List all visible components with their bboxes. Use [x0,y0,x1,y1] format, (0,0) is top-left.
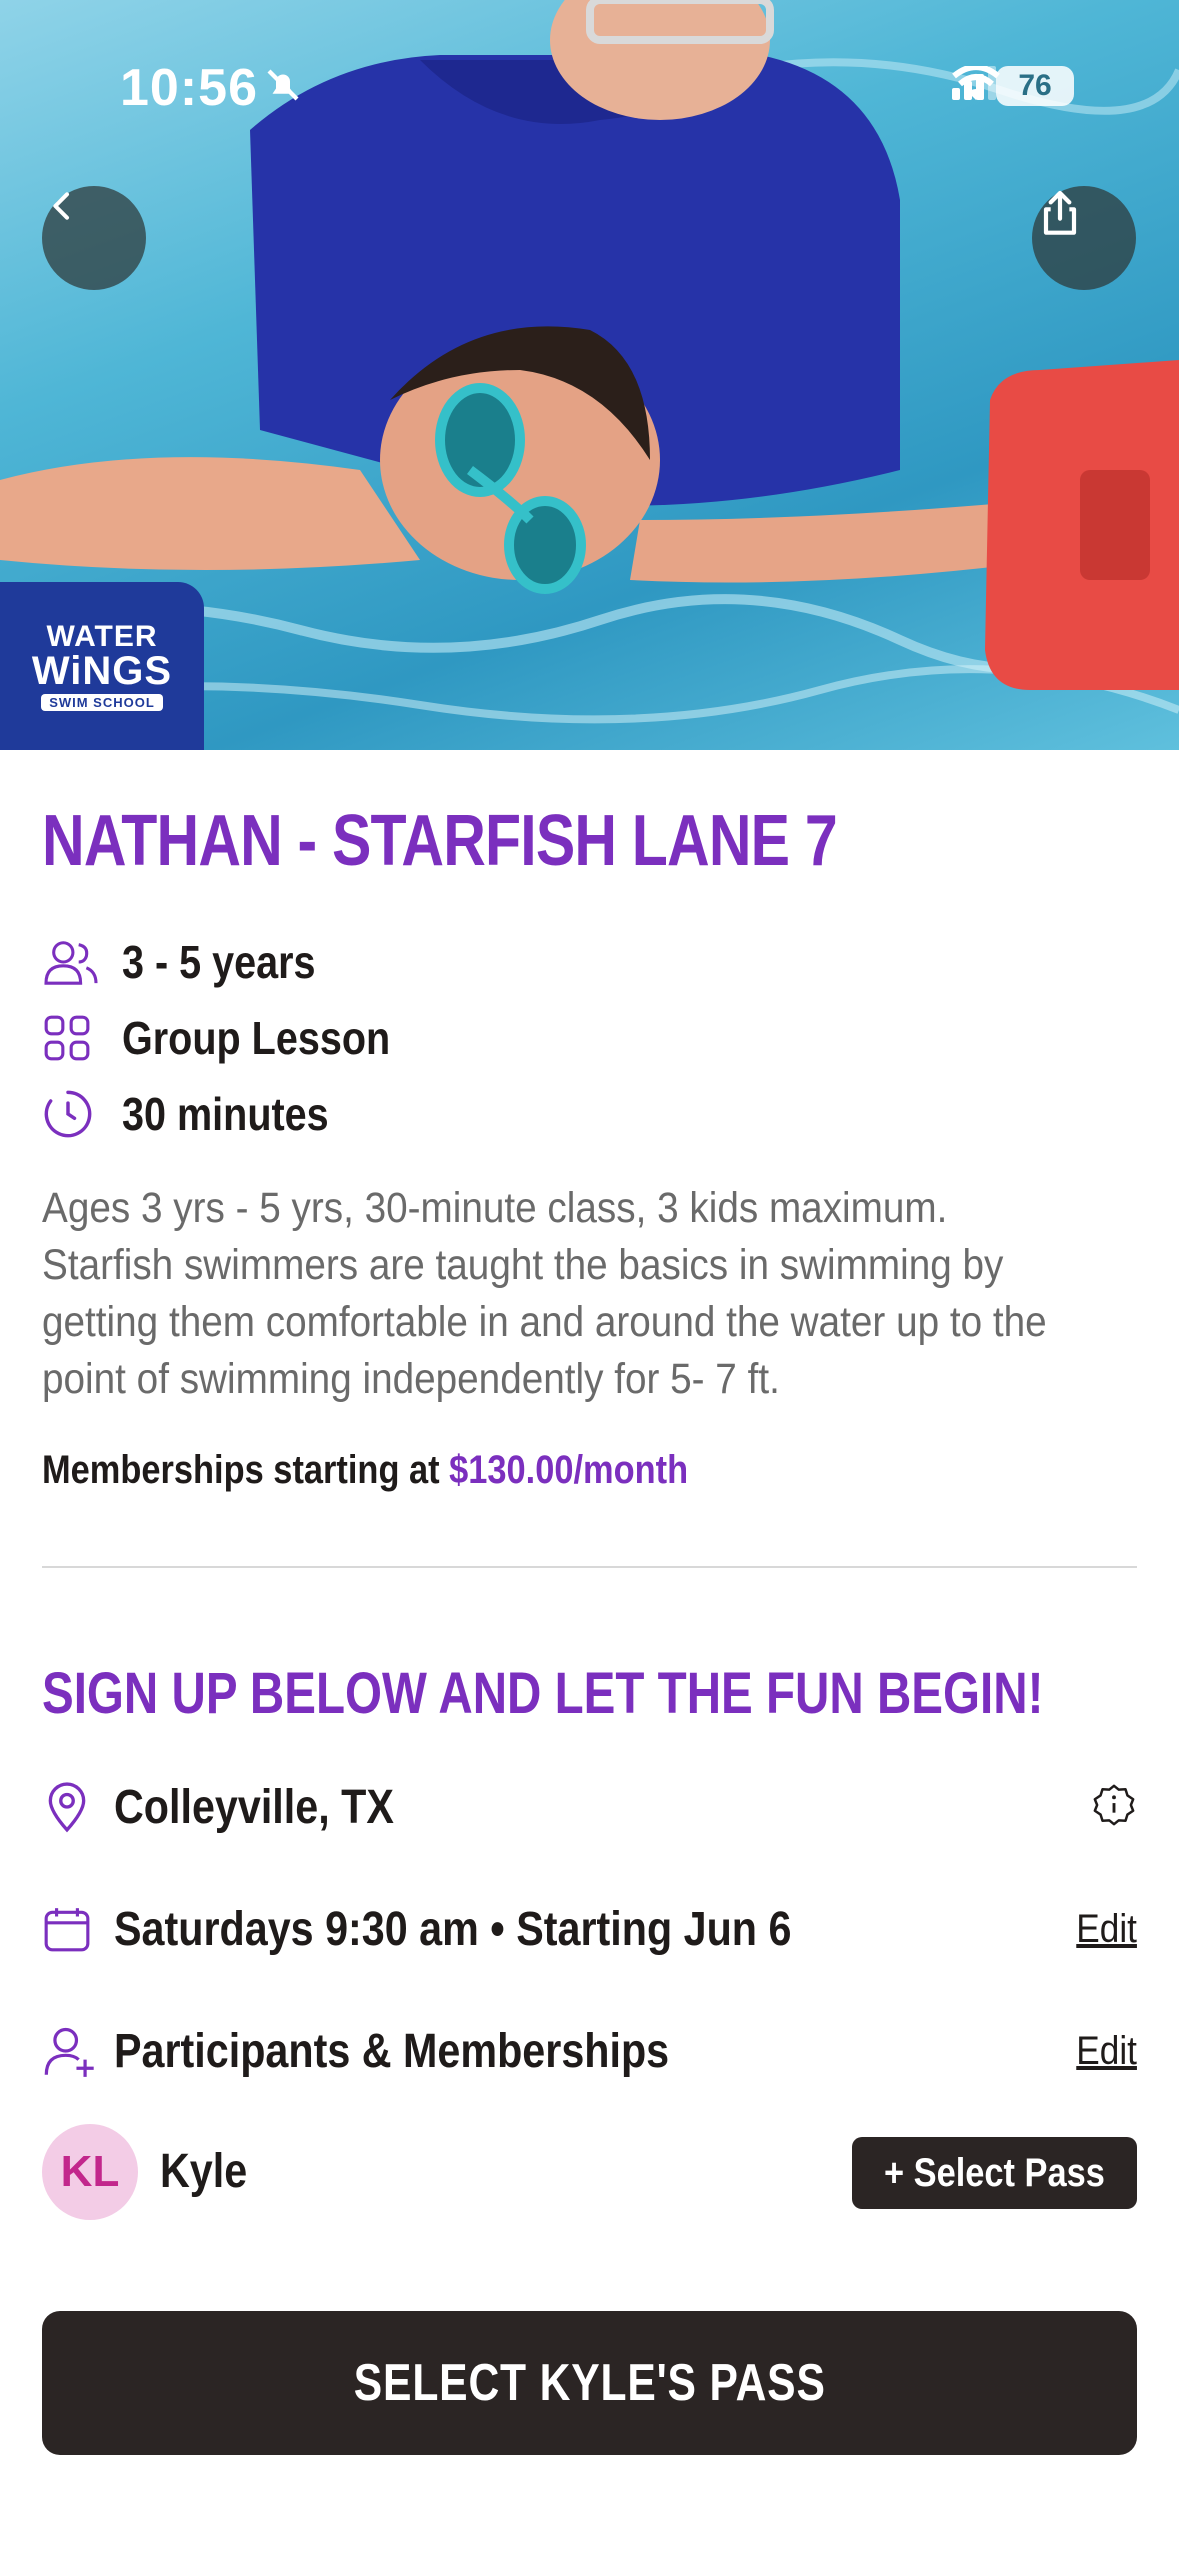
duration-text: 30 minutes [122,1088,329,1140]
participant-name: Kyle [160,2145,248,2198]
duration-row: 30 minutes [42,1086,362,1142]
lesson-type-row: Group Lesson [42,1010,434,1066]
schedule-text: Saturdays 9:30 am • Starting Jun 6 [114,1902,792,1956]
price-amount: $130.00/month [449,1448,689,1492]
hero-image: 10:56 76 WATER WiNGS SWIM SCHOOL [0,0,1179,750]
info-icon[interactable] [1091,1782,1137,1833]
status-bar: 10:56 76 [0,58,1179,118]
age-range-text: 3 - 5 years [122,936,316,988]
select-kyles-pass-button[interactable]: SELECT KYLE'S PASS [42,2311,1137,2455]
price-prefix: Memberships starting at [42,1448,450,1492]
participants-row: Participants & Memberships Edit [42,2016,1137,2086]
status-time: 10:56 [120,59,258,117]
people-icon [42,934,102,990]
participants-text: Participants & Memberships [114,2024,670,2078]
schedule-row: Saturdays 9:30 am • Starting Jun 6 Edit [42,1894,1137,1964]
back-button[interactable] [42,186,146,290]
water-wings-logo: WATER WiNGS SWIM SCHOOL [0,582,204,750]
calendar-icon [42,1904,102,1954]
membership-price: Memberships starting at $130.00/month [42,1448,688,1493]
logo-line-1: WATER [46,619,158,653]
select-pass-button[interactable]: + Select Pass [852,2137,1137,2209]
section-divider [42,1566,1137,1568]
location-text: Colleyville, TX [114,1780,394,1834]
participants-edit-link[interactable]: Edit [1076,2029,1137,2074]
grid-icon [42,1010,102,1066]
location-icon [42,1779,102,1835]
logo-line-2: WiNGS [31,648,173,693]
lesson-type-text: Group Lesson [122,1012,391,1064]
battery-indicator: 76 [996,66,1074,106]
share-button[interactable] [1032,186,1136,290]
age-range-row: 3 - 5 years [42,934,347,990]
class-description: Ages 3 yrs - 5 yrs, 30-minute class, 3 k… [42,1184,1047,1403]
select-pass-label: + Select Pass [884,2150,1105,2195]
class-title: NATHAN - STARFISH LANE 7 [42,801,838,881]
add-person-icon [42,2023,102,2079]
location-row: Colleyville, TX [42,1772,1137,1842]
clock-icon [42,1086,102,1142]
signup-title: SIGN UP BELOW AND LET THE FUN BEGIN! [42,1661,1044,1726]
logo-line-3: SWIM SCHOOL [41,693,163,711]
avatar: KL [42,2124,138,2220]
schedule-edit-link[interactable]: Edit [1076,1907,1137,1952]
cta-label: SELECT KYLE'S PASS [353,2354,826,2412]
